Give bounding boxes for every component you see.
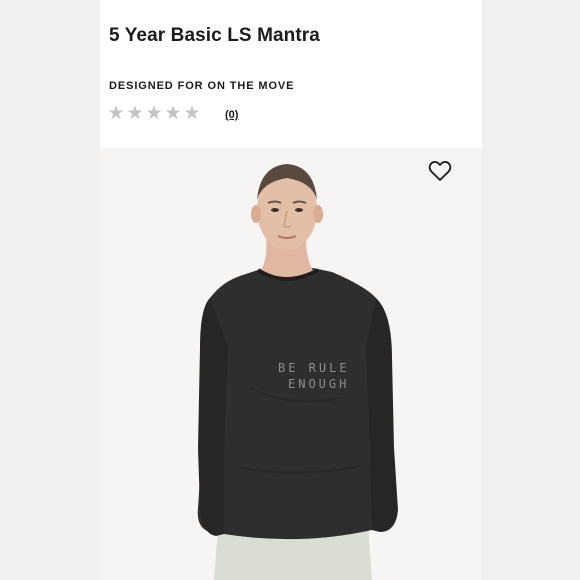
- star-icon: ★: [164, 103, 182, 124]
- product-card: 5 Year Basic LS Mantra DESIGNED FOR ON T…: [100, 0, 482, 580]
- wishlist-button[interactable]: [428, 160, 452, 182]
- star-icon: ★: [107, 103, 125, 124]
- rating-row: ★ ★ ★ ★ ★ (0): [107, 103, 238, 124]
- shirt-print-line-2: ENOUGH: [288, 377, 349, 391]
- product-image: BE RULE ENOUGH: [100, 148, 482, 580]
- shirt-print-line-1: BE RULE: [278, 361, 350, 375]
- star-icon: ★: [126, 103, 144, 124]
- star-icon: ★: [183, 103, 201, 124]
- right-margin: [482, 0, 580, 580]
- product-title: 5 Year Basic LS Mantra: [109, 25, 320, 46]
- model-photo: BE RULE ENOUGH: [197, 164, 398, 580]
- review-count-link[interactable]: (0): [225, 109, 238, 121]
- star-icon: ★: [145, 103, 163, 124]
- heart-outline-icon: [428, 161, 452, 181]
- left-margin: [0, 0, 100, 580]
- product-header: 5 Year Basic LS Mantra DESIGNED FOR ON T…: [100, 0, 482, 148]
- product-tagline: DESIGNED FOR ON THE MOVE: [109, 80, 295, 92]
